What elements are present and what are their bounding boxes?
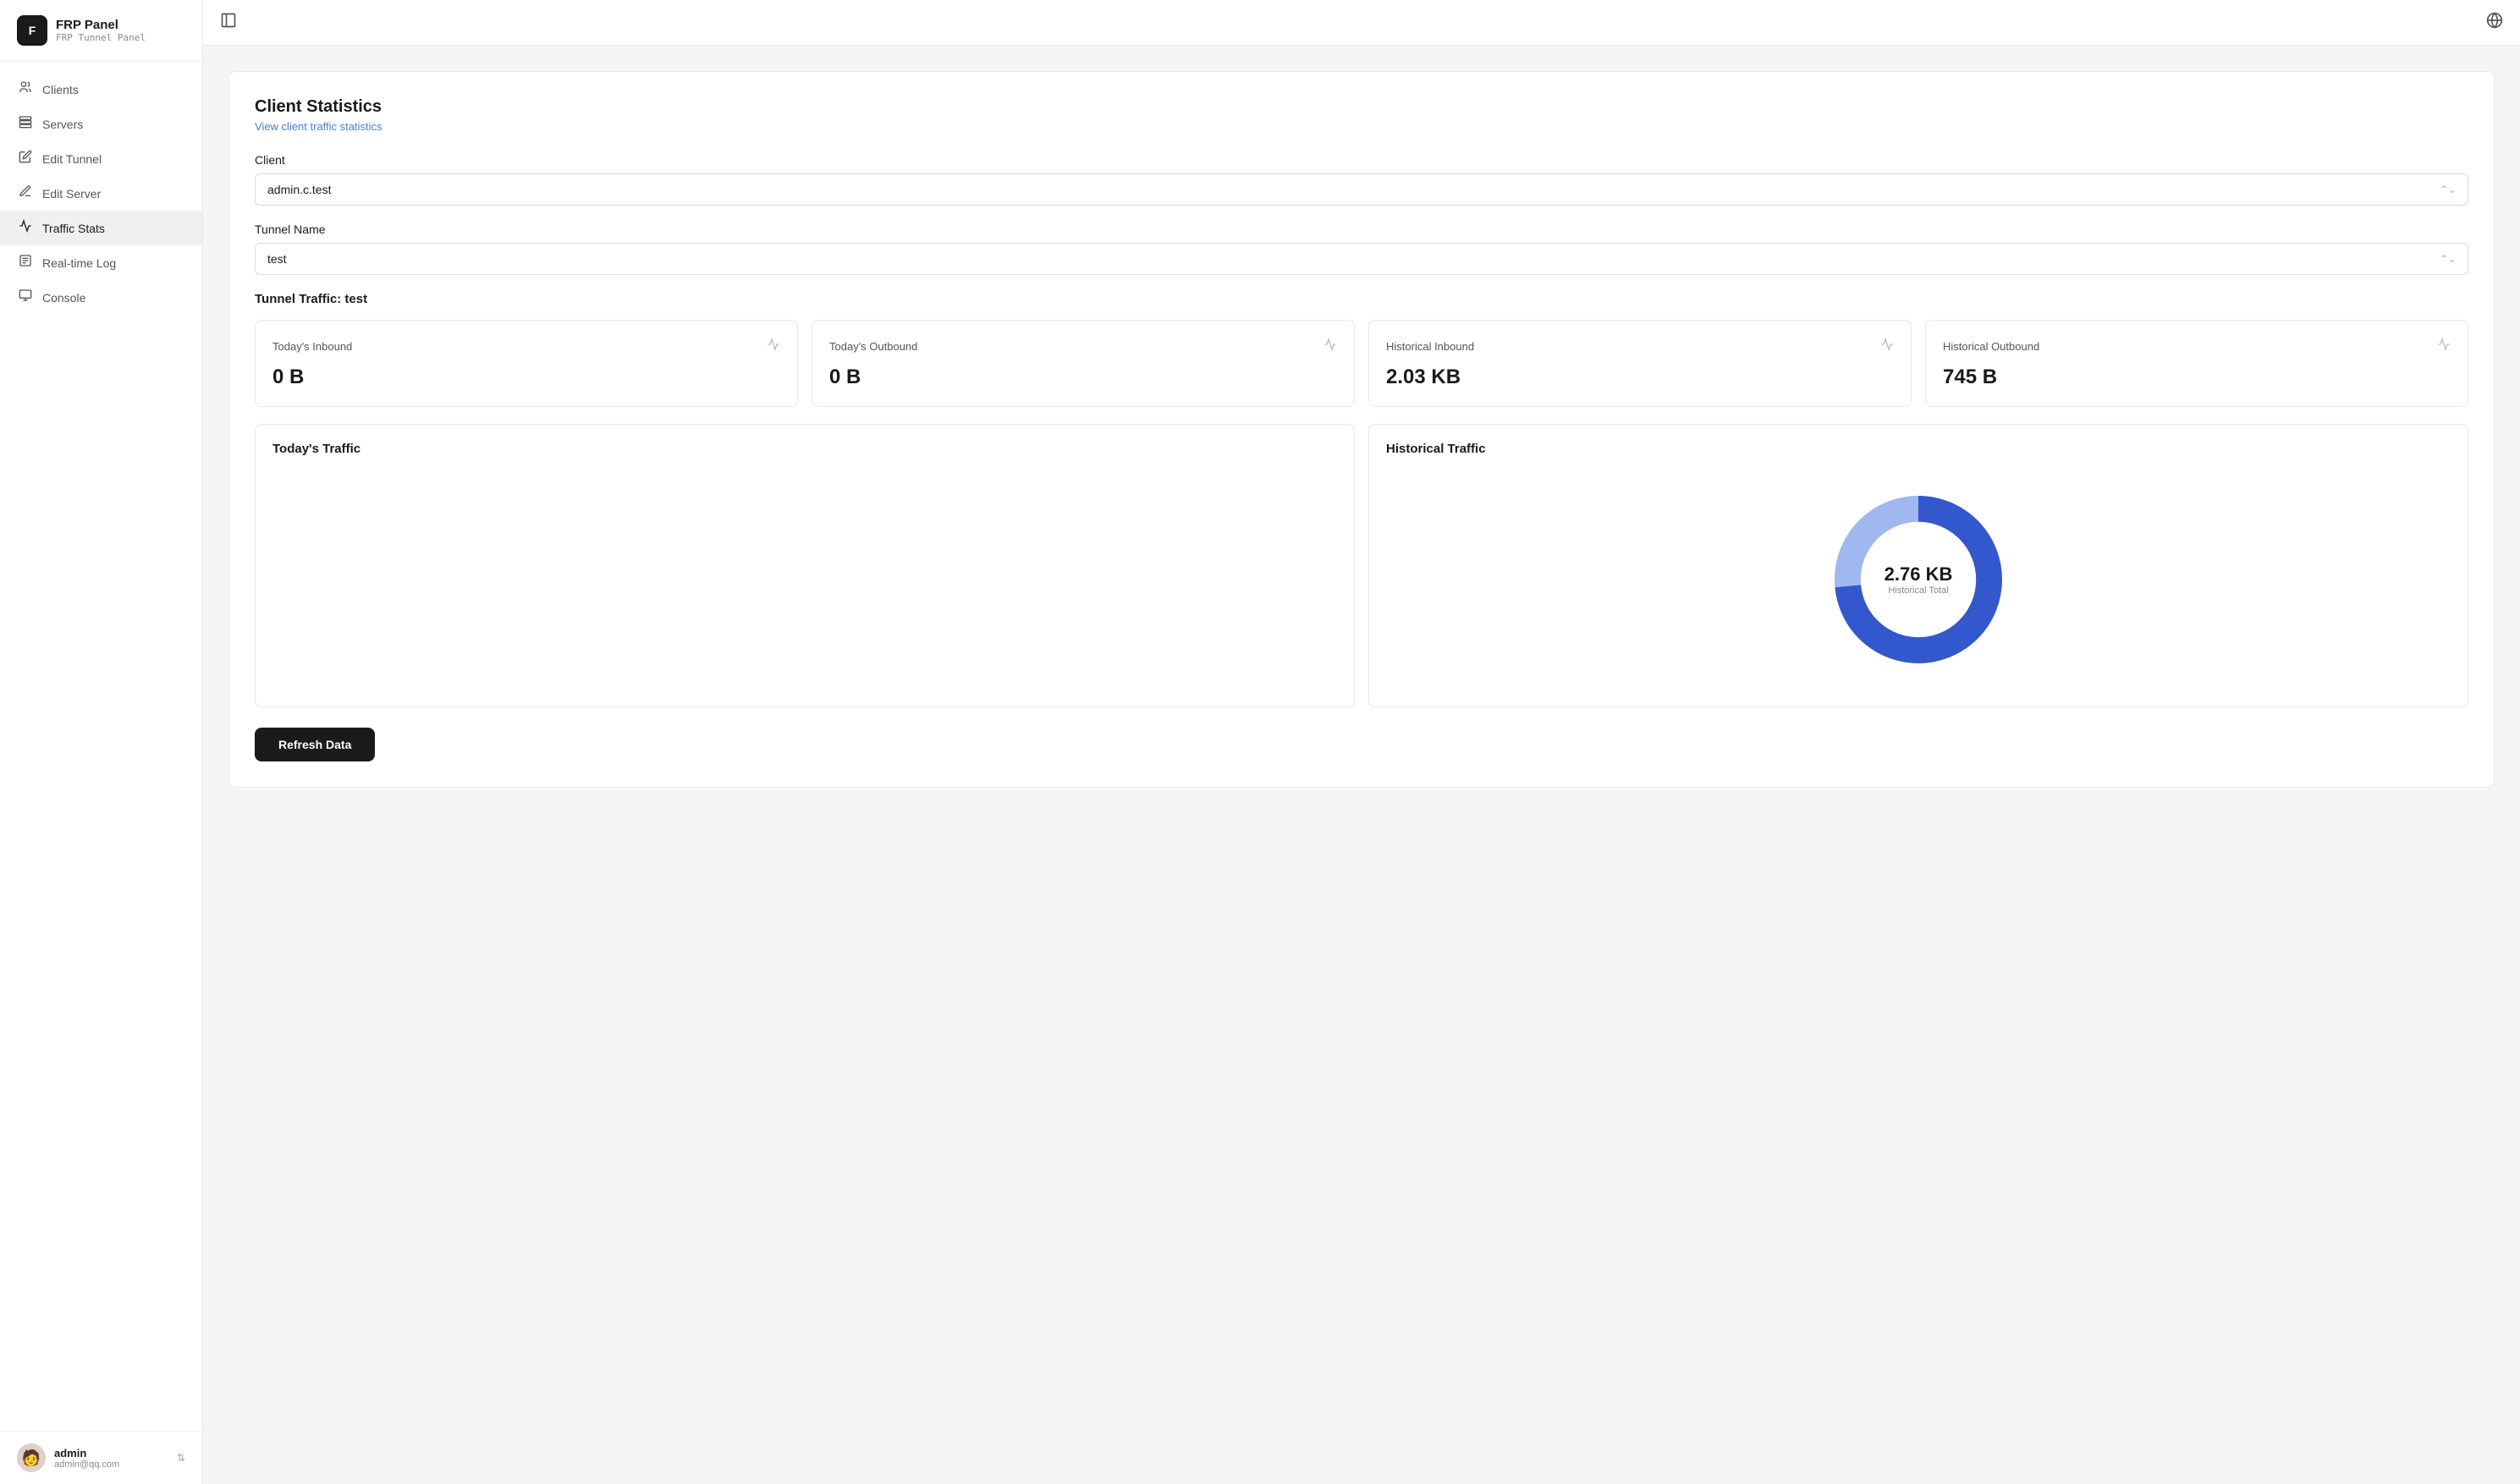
stat-title-3: Historical Outbound	[1943, 340, 2039, 353]
page-card: Client Statistics View client traffic st…	[228, 71, 2495, 788]
language-icon[interactable]	[2486, 12, 2503, 33]
tunnel-select-wrapper: test ⌃⌄	[255, 243, 2468, 275]
donut-center-label: 2.76 KB Historical Total	[1884, 563, 1953, 596]
page-title: Client Statistics	[255, 97, 2468, 117]
user-email: admin@qq.com	[54, 1459, 119, 1470]
sidebar-label-clients: Clients	[42, 83, 79, 96]
content-area: Client Statistics View client traffic st…	[203, 46, 2520, 1484]
stat-card-header-3: Historical Outbound	[1943, 338, 2451, 355]
donut-total-value: 2.76 KB	[1884, 563, 1953, 585]
client-select-wrapper: admin.c.test ⌃⌄	[255, 173, 2468, 206]
topbar	[203, 0, 2520, 46]
tunnel-name-label: Tunnel Name	[255, 223, 2468, 236]
avatar: 🧑	[17, 1443, 46, 1472]
stat-card-header-1: Today's Outbound	[829, 338, 1337, 355]
sidebar-label-edit-server: Edit Server	[42, 187, 101, 201]
donut-container: 2.76 KB Historical Total	[1386, 470, 2451, 690]
edit-server-icon	[17, 184, 34, 202]
stat-title-2: Historical Inbound	[1386, 340, 1474, 353]
app-subtitle: FRP Tunnel Panel	[56, 32, 146, 43]
logo-text: FRP Panel FRP Tunnel Panel	[56, 18, 146, 43]
sidebar-item-console[interactable]: Console	[0, 280, 202, 315]
stat-card-header-0: Today's Inbound	[272, 338, 780, 355]
stat-card-today-outbound: Today's Outbound 0 B	[812, 320, 1355, 407]
user-name: admin	[54, 1447, 119, 1459]
logo-area: F FRP Panel FRP Tunnel Panel	[0, 0, 202, 62]
inbound-icon	[767, 338, 780, 355]
tunnel-name-select[interactable]: test	[255, 243, 2468, 275]
sidebar-item-realtime-log[interactable]: Real-time Log	[0, 245, 202, 280]
sidebar-item-servers[interactable]: Servers	[0, 107, 202, 141]
app-name: FRP Panel	[56, 18, 146, 32]
sidebar-label-console: Console	[42, 291, 85, 305]
main-area: Client Statistics View client traffic st…	[203, 0, 2520, 1484]
today-traffic-title: Today's Traffic	[272, 442, 1337, 456]
stat-value-2: 2.03 KB	[1386, 366, 1894, 389]
today-traffic-chart: Today's Traffic	[255, 424, 1355, 707]
donut-chart: 2.76 KB Historical Total	[1825, 486, 2011, 673]
sidebar-item-edit-tunnel[interactable]: Edit Tunnel	[0, 141, 202, 176]
stat-card-header-2: Historical Inbound	[1386, 338, 1894, 355]
tunnel-traffic-label: Tunnel Traffic: test	[255, 292, 2468, 306]
sidebar-item-edit-server[interactable]: Edit Server	[0, 176, 202, 211]
stat-title-0: Today's Inbound	[272, 340, 352, 353]
sidebar-item-traffic-stats[interactable]: Traffic Stats	[0, 211, 202, 245]
clients-icon	[17, 80, 34, 98]
historical-traffic-title: Historical Traffic	[1386, 442, 2451, 456]
sidebar-nav: Clients Servers Edit Tunnel Edit Server …	[0, 62, 202, 1431]
sidebar: F FRP Panel FRP Tunnel Panel Clients Ser…	[0, 0, 203, 1484]
user-info: 🧑 admin admin@qq.com	[17, 1443, 119, 1472]
hist-outbound-icon	[2437, 338, 2451, 355]
sidebar-label-traffic-stats: Traffic Stats	[42, 222, 105, 235]
user-details: admin admin@qq.com	[54, 1447, 119, 1470]
sidebar-footer: 🧑 admin admin@qq.com ⇅	[0, 1431, 202, 1484]
traffic-stats-icon	[17, 219, 34, 237]
sidebar-label-edit-tunnel: Edit Tunnel	[42, 152, 102, 166]
servers-icon	[17, 115, 34, 133]
stat-value-3: 745 B	[1943, 366, 2451, 389]
client-select[interactable]: admin.c.test	[255, 173, 2468, 206]
sidebar-toggle-button[interactable]	[220, 12, 237, 33]
stats-row: Today's Inbound 0 B Today's Outbound	[255, 320, 2468, 407]
stat-title-1: Today's Outbound	[829, 340, 917, 353]
stat-value-0: 0 B	[272, 366, 780, 389]
sidebar-label-realtime-log: Real-time Log	[42, 256, 116, 270]
hist-inbound-icon	[1880, 338, 1894, 355]
charts-row: Today's Traffic Historical Traffic	[255, 424, 2468, 707]
donut-total-label: Historical Total	[1884, 585, 1953, 596]
sidebar-label-servers: Servers	[42, 118, 83, 131]
client-label: Client	[255, 153, 2468, 167]
realtime-log-icon	[17, 254, 34, 272]
historical-traffic-chart: Historical Traffic	[1368, 424, 2468, 707]
logo-icon: F	[17, 15, 47, 46]
topbar-left	[220, 12, 237, 33]
edit-tunnel-icon	[17, 150, 34, 168]
outbound-icon	[1323, 338, 1337, 355]
topbar-right	[2486, 12, 2503, 33]
today-traffic-placeholder	[272, 470, 1337, 690]
stat-card-hist-inbound: Historical Inbound 2.03 KB	[1368, 320, 1912, 407]
sidebar-item-clients[interactable]: Clients	[0, 72, 202, 107]
stat-card-today-inbound: Today's Inbound 0 B	[255, 320, 798, 407]
refresh-data-button[interactable]: Refresh Data	[255, 728, 375, 761]
expand-icon[interactable]: ⇅	[177, 1452, 185, 1464]
stat-value-1: 0 B	[829, 366, 1337, 389]
stat-card-hist-outbound: Historical Outbound 745 B	[1925, 320, 2468, 407]
page-subtitle-link[interactable]: View client traffic statistics	[255, 120, 2468, 133]
console-icon	[17, 289, 34, 306]
